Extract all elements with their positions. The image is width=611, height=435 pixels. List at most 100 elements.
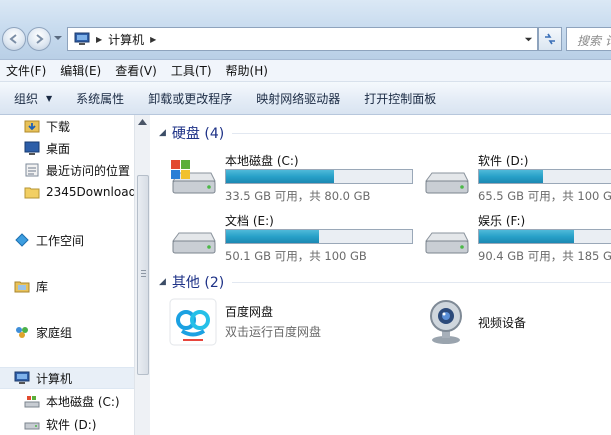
nav-label-2345downloads: 2345Downloads xyxy=(46,185,134,199)
workspace-icon xyxy=(15,233,29,247)
nav-item-recent[interactable]: 最近访问的位置 xyxy=(24,159,130,181)
baidu-netdisk-item[interactable]: 百度网盘 双击运行百度网盘 xyxy=(169,298,409,352)
refresh-icon xyxy=(545,33,555,45)
drive-usage-fill xyxy=(479,170,544,183)
drive-usage-fill xyxy=(226,230,319,243)
drive-usage-bar xyxy=(478,229,611,244)
drive-item[interactable]: 本地磁盘 (C:) 33.5 GB 可用，共 80.0 GB xyxy=(169,149,429,203)
drive-item[interactable]: 软件 (D:) 65.5 GB 可用，共 100 GB xyxy=(422,149,611,203)
breadcrumb-computer[interactable]: 计算机 xyxy=(108,31,144,48)
forward-button[interactable] xyxy=(27,27,51,51)
windows-drive-icon xyxy=(171,160,216,194)
menu-view[interactable]: 查看(V) xyxy=(109,62,163,79)
command-bar: 组织 ▼ 系统属性 卸载或更改程序 映射网络驱动器 打开控制面板 xyxy=(0,82,611,115)
nav-item-software-d[interactable]: 软件 (D:) xyxy=(24,413,96,435)
nav-item-workspace[interactable]: 工作空间 xyxy=(14,229,84,251)
arrow-left-icon xyxy=(9,34,17,44)
scroll-thumb[interactable] xyxy=(137,175,149,375)
group-divider xyxy=(232,281,611,283)
drive-usage-fill xyxy=(226,170,334,183)
folder-icon xyxy=(24,187,40,199)
drive-usage-fill xyxy=(479,230,574,243)
drive-usage-bar xyxy=(478,169,611,184)
nav-label-downloads: 下载 xyxy=(46,119,71,134)
nav-label-software-d: 软件 (D:) xyxy=(46,417,97,432)
navigation-pane: 下载 桌面 最近访问的位置 2345Downloads 工作空间 库 家庭组 计… xyxy=(0,115,134,435)
breadcrumb-separator-icon[interactable]: ▶ xyxy=(96,35,102,44)
chevron-down-icon: ▼ xyxy=(46,93,53,103)
nav-item-local-disk-c[interactable]: 本地磁盘 (C:) xyxy=(24,390,120,412)
nav-label-homegroup: 家庭组 xyxy=(36,325,73,340)
system-properties-button[interactable]: 系统属性 xyxy=(64,90,136,107)
drive-item[interactable]: 文档 (E:) 50.1 GB 可用，共 100 GB xyxy=(169,209,429,263)
downloads-folder-icon xyxy=(24,120,40,133)
address-bar[interactable]: ▶ 计算机 ▶ xyxy=(67,27,538,51)
hard-drive-icon xyxy=(172,232,216,254)
drive-name: 娱乐 (F:) xyxy=(478,214,526,228)
drive-name: 软件 (D:) xyxy=(478,154,529,168)
nav-item-homegroup[interactable]: 家庭组 xyxy=(14,321,72,343)
menu-file[interactable]: 文件(F) xyxy=(0,62,52,79)
hard-drive-icon xyxy=(425,172,469,194)
nav-item-downloads[interactable]: 下载 xyxy=(24,115,70,137)
menu-tools[interactable]: 工具(T) xyxy=(165,62,218,79)
menu-edit[interactable]: 编辑(E) xyxy=(54,62,107,79)
recent-pages-dropdown-icon[interactable] xyxy=(53,33,63,43)
uninstall-program-button[interactable]: 卸载或更改程序 xyxy=(136,90,244,107)
nav-label-libraries: 库 xyxy=(36,279,49,294)
windows-drive-icon xyxy=(24,396,40,408)
computer-icon xyxy=(14,371,30,384)
back-button[interactable] xyxy=(2,27,26,51)
drive-name: 本地磁盘 (C:) xyxy=(225,154,299,168)
drive-usage-bar xyxy=(225,169,413,184)
scroll-grip-line xyxy=(141,270,146,271)
scroll-grip-line xyxy=(141,276,146,277)
nav-item-computer[interactable]: 计算机 xyxy=(0,367,134,389)
breadcrumb-expand-icon[interactable]: ▶ xyxy=(150,35,156,44)
drive-name: 文档 (E:) xyxy=(225,214,274,228)
video-device-item[interactable]: 视频设备 xyxy=(422,298,602,352)
recent-places-icon xyxy=(25,163,39,177)
navigation-scrollbar[interactable] xyxy=(134,115,150,435)
organize-button[interactable]: 组织 ▼ xyxy=(0,90,64,107)
map-network-drive-button[interactable]: 映射网络驱动器 xyxy=(244,90,352,107)
open-control-panel-button[interactable]: 打开控制面板 xyxy=(352,90,448,107)
webcam-icon xyxy=(430,300,462,344)
nav-label-local-disk-c: 本地磁盘 (C:) xyxy=(46,394,120,409)
refresh-button[interactable] xyxy=(538,27,562,51)
baidu-netdisk-name: 百度网盘 xyxy=(225,305,274,319)
computer-icon xyxy=(74,32,90,45)
drive-item[interactable]: 娱乐 (F:) 90.4 GB 可用，共 185 GB xyxy=(422,209,611,263)
drive-capacity-text: 65.5 GB 可用，共 100 GB xyxy=(478,189,611,203)
address-toolbar: ▶ 计算机 ▶ 搜索 计算机 xyxy=(0,0,611,60)
hard-drive-icon xyxy=(425,232,469,254)
scroll-grip-line xyxy=(141,273,146,274)
group-title-hard-disks: 硬盘 (4) xyxy=(171,126,225,142)
nav-item-desktop[interactable]: 桌面 xyxy=(24,137,70,159)
content-pane: ◢ 硬盘 (4) 本地磁盘 (C:) 33.5 GB 可用，共 80.0 GB … xyxy=(151,115,611,435)
search-input[interactable]: 搜索 计算机 xyxy=(566,27,611,51)
nav-item-2345downloads[interactable]: 2345Downloads xyxy=(24,181,134,203)
group-divider xyxy=(232,132,611,134)
collapse-triangle-icon[interactable]: ◢ xyxy=(159,128,166,138)
nav-label-computer: 计算机 xyxy=(36,371,73,386)
baidu-netdisk-description: 双击运行百度网盘 xyxy=(225,325,322,339)
menu-help[interactable]: 帮助(H) xyxy=(220,62,274,79)
baidu-netdisk-icon xyxy=(169,298,217,346)
address-history-dropdown-icon[interactable] xyxy=(524,35,533,44)
nav-label-recent: 最近访问的位置 xyxy=(46,163,131,178)
group-header-other[interactable]: ◢ 其他 (2) xyxy=(159,272,611,292)
nav-label-desktop: 桌面 xyxy=(46,141,71,156)
drive-capacity-text: 33.5 GB 可用，共 80.0 GB xyxy=(225,189,371,203)
arrow-right-icon xyxy=(36,34,44,44)
homegroup-icon xyxy=(16,327,28,338)
video-device-name: 视频设备 xyxy=(478,316,527,330)
nav-item-libraries[interactable]: 库 xyxy=(14,275,48,297)
group-header-hard-disks[interactable]: ◢ 硬盘 (4) xyxy=(159,123,611,143)
scroll-up-arrow-icon[interactable] xyxy=(138,119,147,125)
drive-capacity-text: 90.4 GB 可用，共 185 GB xyxy=(478,249,611,263)
hard-drive-icon xyxy=(24,422,40,430)
organize-label: 组织 xyxy=(14,91,39,106)
collapse-triangle-icon[interactable]: ◢ xyxy=(159,277,166,287)
desktop-icon xyxy=(24,141,40,155)
